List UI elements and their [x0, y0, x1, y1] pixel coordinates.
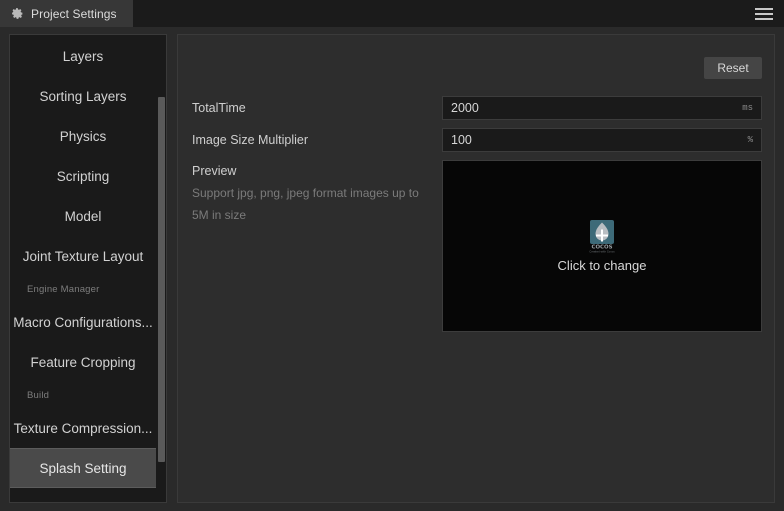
- sidebar-item-list: Layers Sorting Layers Physics Scripting Mode…: [10, 35, 156, 488]
- dropzone-label: Click to change: [557, 257, 647, 273]
- workspace: Layers Sorting Layers Physics Scripting Mode…: [0, 27, 784, 511]
- cocos-add-image-icon: COCOS Created with Cocos: [588, 219, 616, 258]
- tab-project-settings[interactable]: Project Settings: [0, 0, 133, 27]
- totaltime-unit: ms: [742, 103, 753, 113]
- image-size-multiplier-value: 100: [451, 133, 472, 147]
- svg-text:Created with Cocos: Created with Cocos: [589, 249, 615, 253]
- hamburger-menu-icon[interactable]: [744, 0, 784, 27]
- sidebar-group-label: Engine Manager: [27, 283, 100, 295]
- sidebar-item-model[interactable]: Model: [10, 196, 156, 236]
- tab-label: Project Settings: [31, 6, 117, 21]
- sidebar-item-joint-texture-layout[interactable]: Joint Texture Layout: [10, 236, 156, 276]
- totaltime-value: 2000: [451, 101, 479, 115]
- window-tabbar: Project Settings: [0, 0, 784, 27]
- image-size-multiplier-unit: %: [747, 135, 753, 145]
- hamburger-bar: [755, 17, 773, 20]
- tabbar-spacer: [133, 0, 744, 27]
- label-totaltime: TotalTime: [192, 101, 246, 115]
- sidebar-item-scripting[interactable]: Scripting: [10, 156, 156, 196]
- sidebar-scrollbar[interactable]: [156, 35, 166, 502]
- reset-row: Reset: [704, 57, 762, 79]
- image-size-multiplier-input[interactable]: 100 %: [442, 128, 762, 152]
- label-preview: Preview: [192, 164, 237, 178]
- sidebar-item-sorting-layers[interactable]: Sorting Layers: [10, 76, 156, 116]
- sidebar-item-physics[interactable]: Physics: [10, 116, 156, 156]
- sidebar-item-splash-setting[interactable]: Splash Setting: [10, 448, 156, 488]
- reset-button[interactable]: Reset: [704, 57, 762, 79]
- form-row-totaltime: TotalTime 2000 ms: [192, 96, 762, 124]
- totaltime-input[interactable]: 2000 ms: [442, 96, 762, 120]
- preview-hint: Support jpg, png, jpeg format images up …: [192, 186, 419, 222]
- hamburger-bar: [755, 12, 773, 15]
- preview-left: Preview Support jpg, png, jpeg format im…: [192, 160, 442, 226]
- hamburger-bar: [755, 7, 773, 10]
- label-image-size-multiplier: Image Size Multiplier: [192, 133, 309, 147]
- gear-icon: [11, 7, 24, 20]
- form-row-image-size-multiplier: Image Size Multiplier 100 %: [192, 128, 762, 156]
- sidebar-item-feature-cropping[interactable]: Feature Cropping: [10, 342, 156, 382]
- splash-setting-form: TotalTime 2000 ms Image Size Multiplier …: [192, 96, 762, 332]
- sidebar-item-texture-compression[interactable]: Texture Compression...: [10, 408, 156, 448]
- sidebar-item-layers[interactable]: Layers: [10, 36, 156, 76]
- sidebar-group-label: Build: [27, 389, 50, 401]
- sidebar-item-macro-configurations[interactable]: Macro Configurations...: [10, 302, 156, 342]
- settings-sidebar: Layers Sorting Layers Physics Scripting Mode…: [9, 34, 167, 503]
- form-row-preview: Preview Support jpg, png, jpeg format im…: [192, 160, 762, 332]
- splash-setting-panel: Reset TotalTime 2000 ms Image Size Multi…: [177, 34, 775, 503]
- preview-dropzone[interactable]: COCOS Created with Cocos Click to change: [442, 160, 762, 332]
- sidebar-scrollbar-thumb[interactable]: [158, 97, 165, 462]
- project-settings-window: Project Settings Layers Sorting Layers Phy…: [0, 0, 784, 511]
